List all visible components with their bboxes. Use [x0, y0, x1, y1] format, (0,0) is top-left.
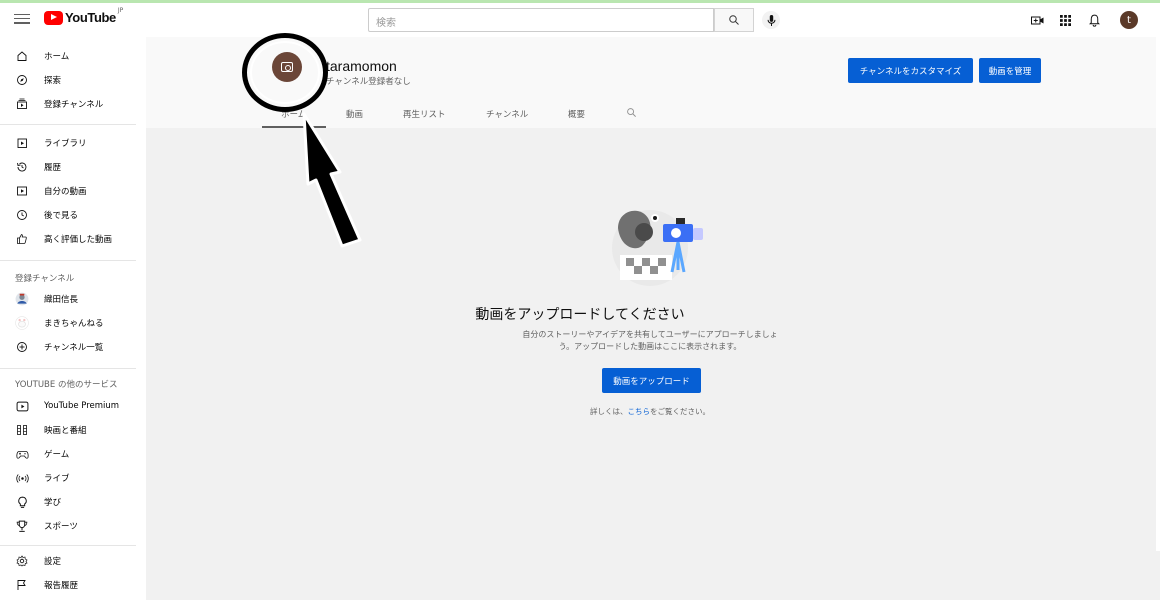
description-line: 自分のストーリーやアイデアを共有してユーザーにアプローチしましょ	[522, 330, 778, 339]
tab-playlists[interactable]: 再生リスト	[403, 108, 446, 120]
sidebar-item-label: 高く評価した動画	[44, 235, 113, 245]
flag-icon	[15, 578, 29, 592]
more-info-prefix: 詳しくは、	[590, 407, 628, 416]
notifications-bell-icon[interactable]	[1087, 13, 1101, 27]
annotation-arrow-icon	[302, 112, 362, 248]
sidebar-item-label: 探索	[44, 76, 62, 86]
thumbs-up-icon	[15, 232, 29, 246]
sidebar-item-label: 報告履歴	[44, 581, 79, 591]
sidebar-item-label: チャンネル一覧	[44, 343, 104, 353]
more-info-suffix: をご覧ください。	[650, 407, 710, 416]
sidebar-item-label: 設定	[44, 557, 62, 567]
sidebar-item-explore[interactable]: 探索	[0, 69, 146, 91]
sidebar-item-settings[interactable]: 設定	[0, 550, 146, 572]
search-button[interactable]	[714, 8, 754, 32]
sidebar-section-heading: 登録チャンネル	[15, 274, 75, 284]
sidebar-divider	[0, 368, 136, 369]
history-icon	[15, 160, 29, 174]
sidebar-item-label: ライブ	[44, 474, 70, 484]
sidebar-item-label: ホーム	[44, 52, 70, 62]
subscriptions-icon	[15, 97, 29, 111]
sidebar-item-movies[interactable]: 映画と番組	[0, 419, 146, 441]
sidebar-item-browse-channels[interactable]: チャンネル一覧	[0, 336, 146, 358]
sidebar-divider	[0, 260, 136, 261]
youtube-logo[interactable]: YouTube JP	[44, 7, 124, 25]
sidebar-item-label: 履歴	[44, 163, 62, 173]
sidebar-item-label: 映画と番組	[44, 426, 87, 436]
sidebar-section-heading: YOUTUBE の他のサービス	[15, 380, 118, 390]
tab-about[interactable]: 概要	[568, 108, 585, 120]
scrollbar-track[interactable]	[1156, 37, 1160, 551]
sidebar-item-history[interactable]: 履歴	[0, 156, 146, 178]
customize-channel-button[interactable]: チャンネルをカスタマイズ	[848, 58, 973, 83]
subscriber-count: チャンネル登録者なし	[326, 77, 411, 87]
sidebar-item-gaming[interactable]: ゲーム	[0, 443, 146, 465]
search-input[interactable]: 検索	[368, 8, 714, 32]
library-icon	[15, 136, 29, 150]
manage-videos-button[interactable]: 動画を管理	[979, 58, 1041, 83]
sidebar-divider	[0, 545, 136, 546]
hamburger-menu-icon[interactable]	[14, 11, 30, 25]
channel-search-icon[interactable]	[626, 107, 637, 121]
sidebar-item-subscriptions[interactable]: 登録チャンネル	[0, 93, 146, 115]
live-icon	[15, 471, 29, 485]
description-line: う。アップロードした動画はここに表示されます。	[558, 342, 742, 351]
empty-state-title: 動画をアップロードしてください	[475, 307, 685, 323]
sidebar-item-library[interactable]: ライブラリ	[0, 132, 146, 154]
sidebar-item-label: 自分の動画	[44, 187, 87, 197]
upload-video-button[interactable]: 動画をアップロード	[602, 368, 701, 393]
sidebar-item-liked-videos[interactable]: 高く評価した動画	[0, 228, 146, 250]
sidebar-item-learning[interactable]: 学び	[0, 491, 146, 513]
sidebar-item-home[interactable]: ホーム	[0, 45, 146, 67]
add-circle-icon	[15, 340, 29, 354]
youtube-play-icon	[44, 10, 63, 25]
your-videos-icon	[15, 184, 29, 198]
sidebar-item-label: スポーツ	[44, 522, 78, 532]
sidebar-item-label: 後で見る	[44, 211, 79, 221]
watch-later-icon	[15, 208, 29, 222]
sidebar-item-report-history[interactable]: 報告履歴	[0, 574, 146, 596]
sidebar-divider	[0, 124, 136, 125]
compass-icon	[15, 73, 29, 87]
create-video-icon[interactable]	[1030, 13, 1044, 27]
account-avatar[interactable]: t	[1120, 11, 1138, 29]
masthead: YouTube JP 検索 t	[0, 3, 1160, 37]
channel-name: taramomon	[326, 58, 397, 74]
logo-text: YouTube	[65, 10, 116, 25]
sidebar-item-sports[interactable]: スポーツ	[0, 515, 146, 537]
more-info-text: 詳しくは、こちらをご覧ください。	[0, 406, 1160, 417]
settings-icon	[15, 554, 29, 568]
sidebar-item-label: ゲーム	[44, 450, 70, 460]
tab-channels[interactable]: チャンネル	[486, 108, 528, 120]
empty-state-description: 自分のストーリーやアイデアを共有してユーザーにアプローチしましょ う。アップロー…	[500, 329, 800, 353]
sidebar-item-your-videos[interactable]: 自分の動画	[0, 180, 146, 202]
sidebar-item-label: 登録チャンネル	[44, 100, 104, 110]
sidebar-item-label: 学び	[44, 498, 62, 508]
gaming-icon	[15, 447, 29, 461]
mic-icon	[767, 14, 775, 26]
annotation-circle	[242, 33, 328, 112]
apps-grid-icon[interactable]	[1058, 13, 1072, 27]
home-icon	[15, 49, 29, 63]
sidebar-item-watch-later[interactable]: 後で見る	[0, 204, 146, 226]
sidebar-item-live[interactable]: ライブ	[0, 467, 146, 489]
sidebar-item-label: ライブラリ	[44, 139, 87, 149]
trophy-icon	[15, 519, 29, 533]
logo-region: JP	[117, 7, 124, 14]
film-icon	[15, 423, 29, 437]
upload-illustration	[612, 210, 703, 286]
search-icon	[729, 15, 739, 25]
learning-icon	[15, 495, 29, 509]
more-info-link[interactable]: こちら	[628, 407, 651, 416]
voice-search-button[interactable]	[762, 11, 780, 29]
